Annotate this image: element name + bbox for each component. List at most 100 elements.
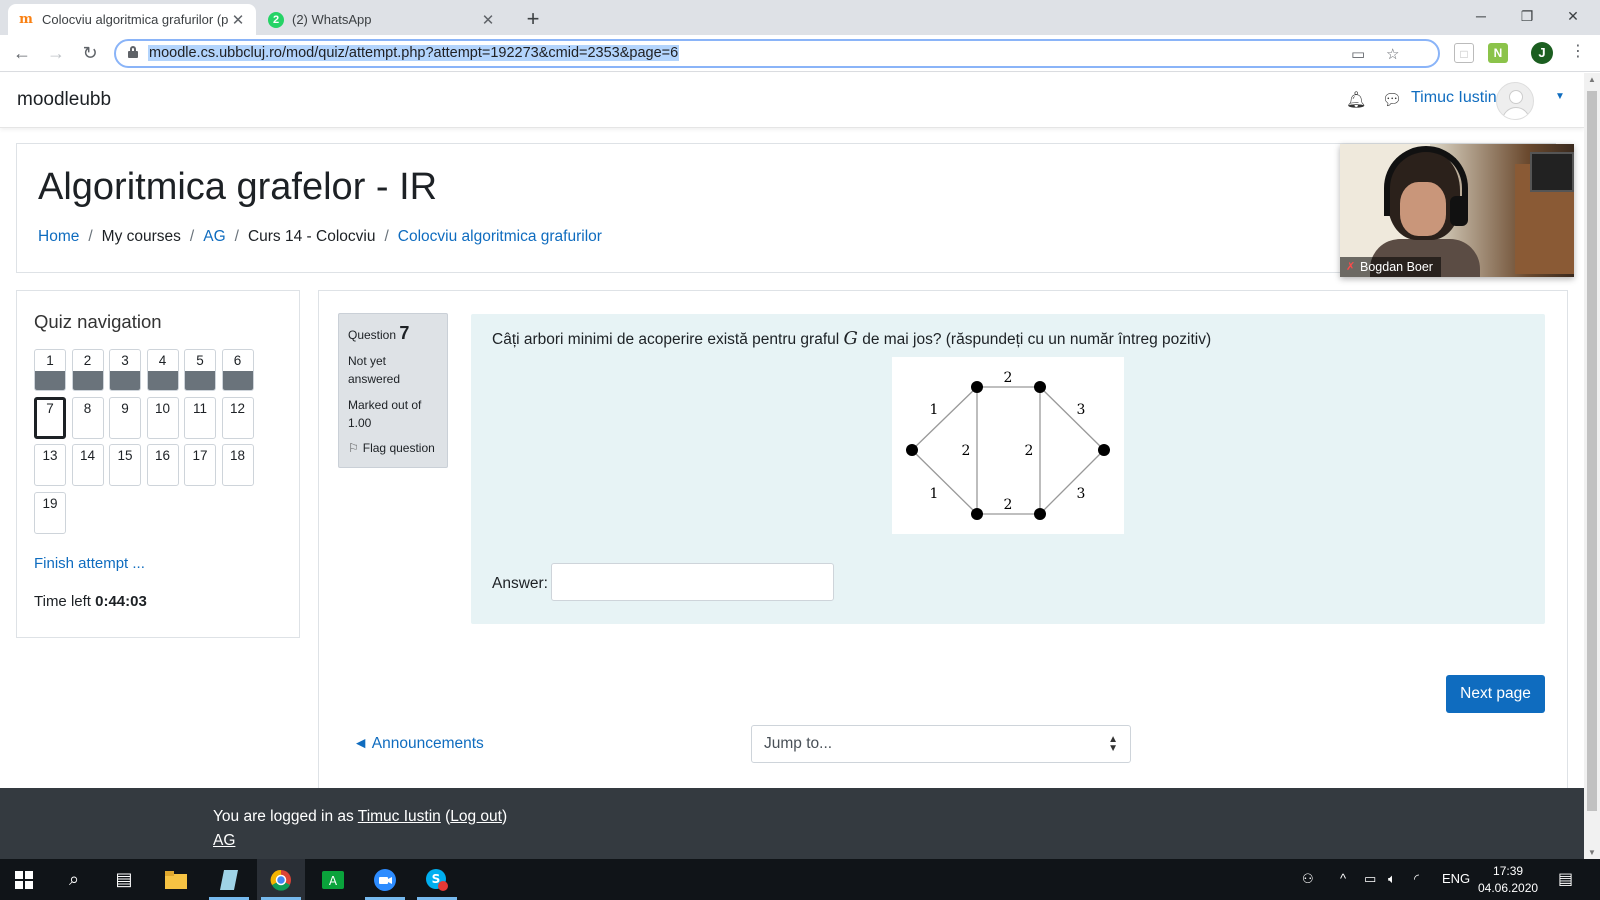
breadcrumb-separator: / <box>88 228 93 245</box>
moodle-icon: m <box>19 11 33 27</box>
quiz-nav-button[interactable]: 10 <box>146 396 179 439</box>
quiz-nav-button[interactable]: 3 <box>109 349 141 391</box>
breadcrumb-separator: / <box>189 228 195 245</box>
bell-icon[interactable]: 🔔︎ <box>1346 90 1366 110</box>
quiz-nav-button[interactable]: 14 <box>71 444 104 486</box>
scroll-down-icon[interactable]: ▼ <box>1584 848 1600 857</box>
quiz-nav-button[interactable]: 5 <box>184 349 216 391</box>
people-icon[interactable]: ⚇ <box>1302 871 1314 887</box>
footer-course-link[interactable]: AG <box>213 832 235 849</box>
tab-whatsapp[interactable]: 2 (2) WhatsApp ✕ <box>258 4 506 35</box>
edge-weight-label: 3 <box>1077 486 1086 502</box>
time-left-label: Time left <box>34 593 91 610</box>
zoom-icon[interactable] <box>361 859 409 900</box>
quiz-nav-button[interactable]: 9 <box>109 396 141 439</box>
quiz-nav-button[interactable]: 4 <box>146 349 179 391</box>
app-icon[interactable] <box>205 859 253 900</box>
scrollbar-thumb[interactable] <box>1587 91 1597 811</box>
message-icon[interactable]: 💬︎ <box>1382 90 1402 110</box>
site-brand[interactable]: moodleubb <box>17 89 111 111</box>
quiz-nav-button[interactable]: 8 <box>71 396 104 439</box>
address-bar[interactable]: moodle.cs.ubbcluj.ro/mod/quiz/attempt.ph… <box>114 39 1440 68</box>
site-navbar: moodleubb 🔔︎ 💬︎ Timuc Iustin ▼ <box>0 73 1584 128</box>
close-icon[interactable]: ✕ <box>480 11 496 29</box>
graph-edge <box>1039 386 1105 451</box>
edge-weight-label: 1 <box>930 402 939 418</box>
forward-icon[interactable]: → <box>43 40 69 66</box>
menu-icon[interactable]: ⋮ <box>1570 41 1586 61</box>
chevron-up-icon[interactable]: ^ <box>1340 871 1346 886</box>
back-icon[interactable]: ← <box>9 40 35 66</box>
language-indicator[interactable]: ENG <box>1442 871 1470 886</box>
wifi-icon[interactable]: ◜ <box>1414 871 1419 887</box>
reload-icon[interactable]: ↻ <box>77 40 103 66</box>
quiz-nav-number: 2 <box>83 353 92 368</box>
quiz-nav-button[interactable]: 13 <box>34 444 66 486</box>
quiz-nav-button[interactable]: 18 <box>221 444 254 486</box>
quiz-nav-number: 17 <box>192 448 208 463</box>
close-icon[interactable]: ✕ <box>230 11 246 29</box>
video-call-overlay[interactable]: ✗ Bogdan Boer <box>1340 144 1574 277</box>
page-scrollbar[interactable]: ▲ ▼ <box>1584 73 1600 859</box>
whatsapp-icon: 2 <box>268 11 284 28</box>
logout-link[interactable]: Log out <box>450 808 502 825</box>
profile-avatar[interactable]: J <box>1531 42 1553 64</box>
extension-icon[interactable]: □ <box>1454 43 1474 63</box>
quiz-nav-number: 19 <box>42 495 58 511</box>
next-page-button[interactable]: Next page <box>1446 675 1545 713</box>
user-menu-name[interactable]: Timuc Iustin <box>1411 89 1497 107</box>
task-view-icon[interactable]: ▤ <box>100 859 148 900</box>
scroll-up-icon[interactable]: ▲ <box>1584 75 1600 84</box>
extension-n-icon[interactable]: N <box>1488 43 1508 63</box>
answered-indicator <box>147 371 178 390</box>
volume-icon[interactable]: 🔈︎ <box>1388 871 1396 887</box>
quiz-nav-button[interactable]: 6 <box>221 349 254 391</box>
system-clock[interactable]: 17:39 04.06.2020 <box>1478 863 1538 897</box>
quiz-nav-button[interactable]: 2 <box>71 349 104 391</box>
quiz-nav-button[interactable]: 16 <box>146 444 179 486</box>
breadcrumb-quiz[interactable]: Colocviu algoritmica grafurilor <box>398 228 602 246</box>
chrome-icon[interactable] <box>257 859 305 900</box>
cast-icon[interactable]: ▭ <box>1351 45 1365 63</box>
question-grade: Marked out of 1.00 <box>348 398 422 430</box>
quiz-nav-button[interactable]: 11 <box>184 396 216 439</box>
flag-question-button[interactable]: ⚐ Flag question <box>348 441 438 455</box>
chevron-down-icon[interactable]: ▼ <box>1555 91 1565 102</box>
footer-user-link[interactable]: Timuc Iustin <box>358 808 441 825</box>
quiz-nav-button[interactable]: 12 <box>221 396 254 439</box>
quiz-nav-button[interactable]: 7 <box>34 396 66 439</box>
breadcrumb-course[interactable]: AG <box>203 228 225 246</box>
new-tab-icon[interactable]: + <box>520 6 546 32</box>
graph-vertex <box>971 508 983 520</box>
tab-moodle[interactable]: m Colocviu algoritmica grafurilor (p ✕ <box>8 4 256 35</box>
answer-input[interactable] <box>551 563 834 601</box>
battery-icon[interactable]: ▭ <box>1364 871 1376 887</box>
avatar[interactable] <box>1496 82 1534 120</box>
app-green-icon[interactable]: A <box>309 859 357 900</box>
notifications-icon[interactable]: ▤ <box>1558 869 1573 889</box>
windows-taskbar: ⌕ ▤ A S ⚇ ^ ▭ 🔈︎ ◜ ENG 17:39 04.06.2020 … <box>0 859 1600 900</box>
quiz-nav-button[interactable]: 1 <box>34 349 66 391</box>
announcements-link[interactable]: ◄ Announcements <box>353 735 484 753</box>
window-close-icon[interactable]: ✕ <box>1550 0 1596 32</box>
star-icon[interactable]: ☆ <box>1386 45 1399 63</box>
lock-icon <box>128 46 138 58</box>
quiz-nav-button[interactable]: 15 <box>109 444 141 486</box>
minimize-icon[interactable]: ─ <box>1458 0 1504 32</box>
windows-start-icon[interactable] <box>0 859 48 900</box>
quiz-nav-button[interactable]: 17 <box>184 444 216 486</box>
url-text[interactable]: moodle.cs.ubbcluj.ro/mod/quiz/attempt.ph… <box>148 45 680 61</box>
file-explorer-icon[interactable] <box>152 859 200 900</box>
breadcrumb-home[interactable]: Home <box>38 228 79 246</box>
finish-attempt-link[interactable]: Finish attempt ... <box>34 555 145 572</box>
quiz-nav-number: 7 <box>46 400 54 416</box>
search-icon[interactable]: ⌕ <box>50 859 98 900</box>
tab-title: Colocviu algoritmica grafurilor (p <box>42 12 229 27</box>
time-left: Time left 0:44:03 <box>34 593 147 610</box>
edge-weight-label: 3 <box>1077 402 1086 418</box>
question-content: Câți arbori minimi de acoperire există p… <box>471 314 1545 624</box>
quiz-nav-button[interactable]: 19 <box>34 491 66 534</box>
restore-icon[interactable]: ❐ <box>1504 0 1550 32</box>
jump-to-select[interactable]: Jump to... ▲ ▼ <box>751 725 1131 763</box>
skype-icon[interactable]: S <box>413 859 461 900</box>
